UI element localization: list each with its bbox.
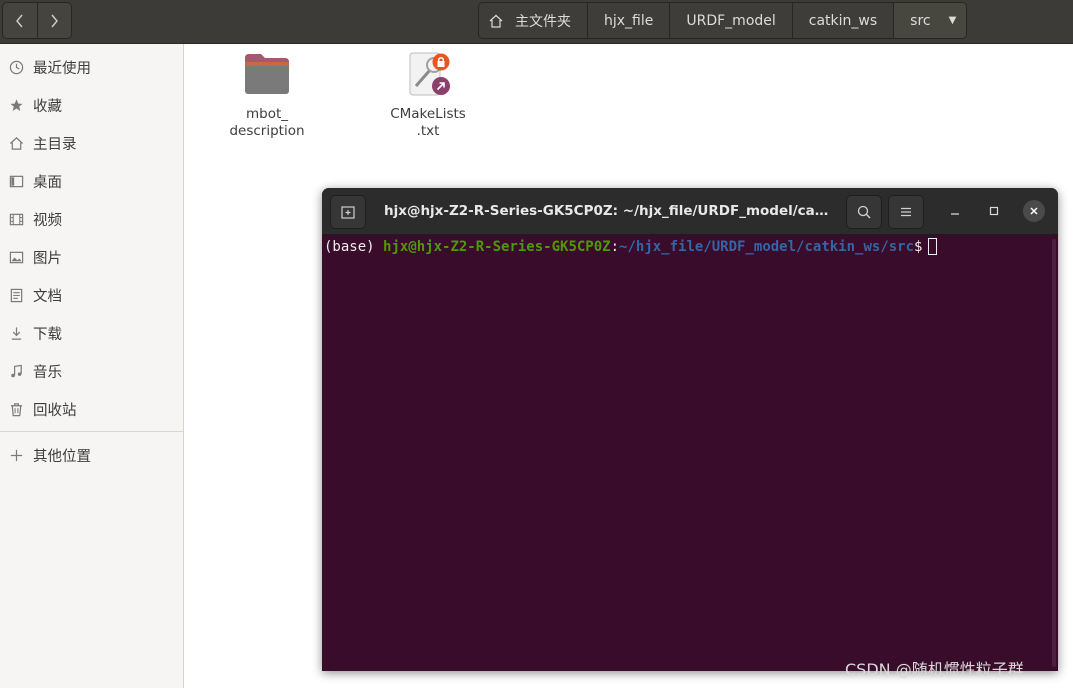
sidebar-item-label: 主目录: [33, 136, 77, 153]
shell-prompt: (base) hjx@hjx-Z2-R-Series-GK5CP0Z:~/hjx…: [324, 238, 938, 256]
back-button[interactable]: [3, 3, 37, 38]
breadcrumb: 主文件夹 hjx_file URDF_model catkin_ws src ▼: [478, 2, 968, 39]
breadcrumb-src[interactable]: src ▼: [894, 3, 967, 38]
text-cursor: [928, 238, 938, 255]
close-icon: [1030, 207, 1038, 215]
sidebar: 最近使用 收藏 主目录 桌面 视频 图片 文档 下载 音乐 回收站 其他位置: [0, 44, 184, 688]
document-icon: [8, 287, 24, 303]
video-icon: [8, 211, 24, 227]
terminal-title: hjx@hjx-Z2-R-Series-GK5CP0Z: ~/hjx_file/…: [384, 203, 832, 219]
download-icon: [8, 325, 24, 341]
sidebar-item-label: 收藏: [33, 98, 62, 115]
star-icon: [8, 97, 24, 113]
home-icon: [489, 14, 503, 28]
sidebar-item-pictures[interactable]: 图片: [0, 238, 183, 276]
sidebar-item-home[interactable]: 主目录: [0, 124, 183, 162]
sidebar-divider: [0, 431, 183, 432]
maximize-button[interactable]: [983, 200, 1005, 222]
sidebar-item-other-locations[interactable]: 其他位置: [0, 436, 183, 474]
minimize-icon: [951, 213, 959, 215]
chevron-left-icon: [15, 14, 23, 27]
breadcrumb-label: 主文件夹: [515, 13, 571, 30]
prompt-user-host: hjx@hjx-Z2-R-Series-GK5CP0Z: [383, 239, 611, 255]
sidebar-item-label: 最近使用: [33, 60, 91, 77]
header-bar: 主文件夹 hjx_file URDF_model catkin_ws src ▼: [0, 0, 1073, 44]
file-name-line: description: [229, 123, 305, 139]
terminal-scrollbar[interactable]: [1052, 239, 1056, 667]
sidebar-item-recent[interactable]: 最近使用: [0, 48, 183, 86]
sidebar-item-label: 桌面: [33, 174, 62, 191]
terminal-titlebar[interactable]: hjx@hjx-Z2-R-Series-GK5CP0Z: ~/hjx_file/…: [322, 188, 1058, 235]
folder-icon: [245, 54, 289, 94]
file-name-line: CMakeLists: [390, 106, 466, 122]
sidebar-item-trash[interactable]: 回收站: [0, 390, 183, 428]
clock-icon: [8, 59, 24, 75]
breadcrumb-label: URDF_model: [686, 12, 776, 29]
sidebar-item-label: 图片: [33, 250, 62, 267]
breadcrumb-label: hjx_file: [604, 12, 654, 29]
menu-button[interactable]: [888, 195, 924, 229]
file-item-cmakelists[interactable]: CMakeLists .txt: [373, 52, 483, 140]
search-button[interactable]: [846, 195, 882, 229]
sidebar-item-downloads[interactable]: 下载: [0, 314, 183, 352]
sidebar-item-label: 回收站: [33, 402, 77, 419]
sidebar-item-music[interactable]: 音乐: [0, 352, 183, 390]
minimize-button[interactable]: [944, 200, 966, 222]
dropdown-arrow-icon[interactable]: ▼: [949, 15, 957, 26]
forward-button[interactable]: [36, 3, 72, 38]
terminal-output[interactable]: (base) hjx@hjx-Z2-R-Series-GK5CP0Z:~/hjx…: [322, 235, 1058, 671]
nav-buttons: [2, 2, 72, 39]
new-tab-icon: [341, 206, 355, 219]
breadcrumb-catkin-ws[interactable]: catkin_ws: [793, 3, 895, 38]
breadcrumb-home[interactable]: 主文件夹: [479, 3, 588, 38]
sidebar-item-desktop[interactable]: 桌面: [0, 162, 183, 200]
file-name-line: .txt: [416, 123, 440, 139]
music-icon: [8, 363, 24, 379]
close-button[interactable]: [1023, 200, 1045, 222]
prompt-env: (base): [324, 239, 384, 255]
breadcrumb-label: catkin_ws: [808, 12, 878, 29]
desktop-icon: [8, 173, 24, 189]
maximize-icon: [989, 206, 999, 216]
search-icon: [857, 205, 871, 219]
sidebar-item-label: 文档: [33, 288, 62, 305]
breadcrumb-hjx-file[interactable]: hjx_file: [588, 3, 671, 38]
chevron-right-icon: [51, 14, 59, 27]
file-item-mbot-description[interactable]: mbot_ description: [212, 52, 322, 140]
breadcrumb-urdf-model[interactable]: URDF_model: [670, 3, 793, 38]
sidebar-item-starred[interactable]: 收藏: [0, 86, 183, 124]
prompt-colon: :: [610, 239, 620, 255]
text-file-icon: [409, 52, 450, 96]
plus-icon: [8, 447, 24, 463]
watermark: CSDN @随机惯性粒子群: [845, 660, 1024, 679]
hamburger-menu-icon: [901, 207, 911, 217]
trash-icon: [8, 401, 24, 417]
prompt-symbol: $: [914, 239, 923, 255]
home-icon: [8, 135, 24, 151]
breadcrumb-label: src: [910, 12, 931, 29]
sidebar-item-label: 其他位置: [33, 448, 91, 465]
new-tab-button[interactable]: [330, 195, 366, 229]
sidebar-item-documents[interactable]: 文档: [0, 276, 183, 314]
prompt-path: ~/hjx_file/URDF_model/catkin_ws/src: [619, 239, 915, 255]
sidebar-item-label: 视频: [33, 212, 62, 229]
file-name-line: mbot_: [245, 106, 289, 122]
sidebar-item-videos[interactable]: 视频: [0, 200, 183, 238]
picture-icon: [8, 249, 24, 265]
terminal-window[interactable]: hjx@hjx-Z2-R-Series-GK5CP0Z: ~/hjx_file/…: [322, 188, 1058, 671]
sidebar-item-label: 音乐: [33, 364, 62, 381]
sidebar-item-label: 下载: [33, 326, 62, 343]
